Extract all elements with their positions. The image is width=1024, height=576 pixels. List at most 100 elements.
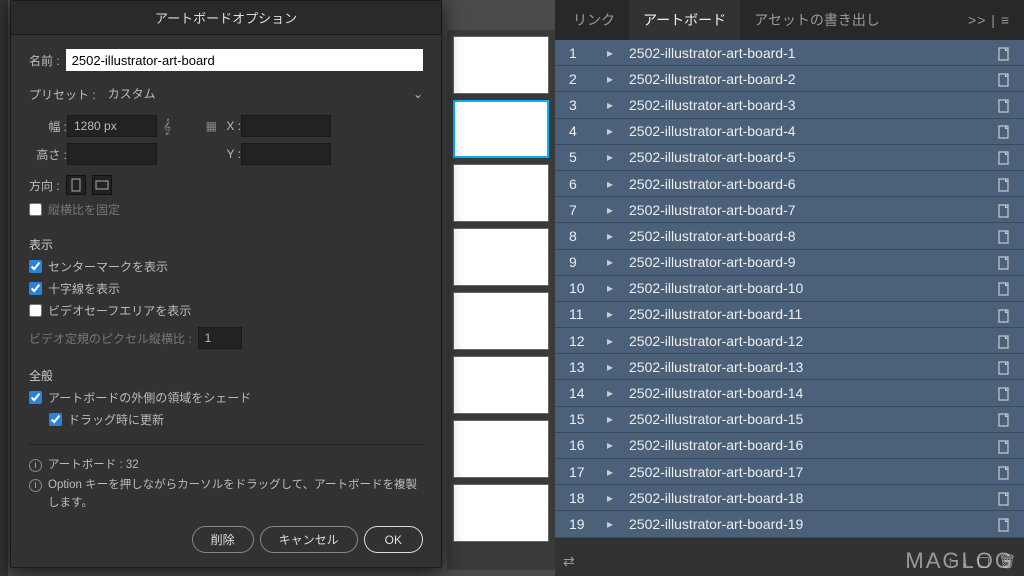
- artboard-number: 16: [555, 437, 595, 453]
- x-input[interactable]: [241, 115, 331, 137]
- artboard-row[interactable]: 8▸2502-illustrator-art-board-8: [555, 223, 1024, 249]
- preset-select[interactable]: カスタム: [102, 83, 413, 105]
- artboard-row[interactable]: 7▸2502-illustrator-art-board-7: [555, 197, 1024, 223]
- artboard-page-icon[interactable]: [984, 123, 1024, 139]
- tab-artboard[interactable]: アートボード: [629, 0, 740, 40]
- artboard-number: 5: [555, 149, 595, 165]
- artboard-name: 2502-illustrator-art-board-11: [625, 306, 984, 322]
- artboard-page-icon[interactable]: [984, 463, 1024, 479]
- artboard-row[interactable]: 16▸2502-illustrator-art-board-16: [555, 433, 1024, 459]
- chevron-down-icon[interactable]: ⌄: [413, 87, 423, 101]
- artboard-page-icon[interactable]: [984, 254, 1024, 270]
- expand-icon[interactable]: ▸: [595, 307, 625, 321]
- artboard-row[interactable]: 12▸2502-illustrator-art-board-12: [555, 328, 1024, 354]
- expand-icon[interactable]: ▸: [595, 150, 625, 164]
- reference-point-icon[interactable]: ▦: [206, 119, 217, 133]
- artboard-row[interactable]: 9▸2502-illustrator-art-board-9: [555, 250, 1024, 276]
- ok-button[interactable]: OK: [364, 526, 423, 553]
- link-icon[interactable]: 𝄞: [157, 118, 177, 135]
- artboard-page-icon[interactable]: [984, 228, 1024, 244]
- name-input[interactable]: [66, 49, 423, 71]
- artboard-page-icon[interactable]: [984, 359, 1024, 375]
- update-drag-checkbox[interactable]: [49, 413, 62, 426]
- artboard-row[interactable]: 17▸2502-illustrator-art-board-17: [555, 459, 1024, 485]
- artboard-row[interactable]: 1▸2502-illustrator-art-board-1: [555, 40, 1024, 66]
- artboard-page-icon[interactable]: [984, 97, 1024, 113]
- artboard-name: 2502-illustrator-art-board-19: [625, 516, 984, 532]
- artboard-row[interactable]: 14▸2502-illustrator-art-board-14: [555, 380, 1024, 406]
- artboard-page-icon[interactable]: [984, 149, 1024, 165]
- expand-icon[interactable]: ▸: [595, 124, 625, 138]
- artboard-page-icon[interactable]: [984, 516, 1024, 532]
- artboard-name: 2502-illustrator-art-board-6: [625, 176, 984, 192]
- height-input[interactable]: [67, 143, 157, 165]
- artboard-row[interactable]: 5▸2502-illustrator-art-board-5: [555, 145, 1024, 171]
- shade-outside-checkbox[interactable]: [29, 391, 42, 404]
- artboard-number: 7: [555, 202, 595, 218]
- artboard-row[interactable]: 6▸2502-illustrator-art-board-6: [555, 171, 1024, 197]
- artboard-row[interactable]: 11▸2502-illustrator-art-board-11: [555, 302, 1024, 328]
- panel-more-icon[interactable]: >> | ≡: [958, 12, 1020, 28]
- show-center-checkbox[interactable]: [29, 260, 42, 273]
- expand-icon[interactable]: ▸: [595, 203, 625, 217]
- expand-icon[interactable]: ▸: [595, 255, 625, 269]
- shuffle-icon[interactable]: ⇄: [563, 553, 575, 570]
- expand-icon[interactable]: ▸: [595, 46, 625, 60]
- expand-icon[interactable]: ▸: [595, 360, 625, 374]
- artboard-page-icon[interactable]: [984, 44, 1024, 60]
- artboard-number: 17: [555, 464, 595, 480]
- artboard-page-icon[interactable]: [984, 411, 1024, 427]
- artboard-page-icon[interactable]: [984, 306, 1024, 322]
- expand-icon[interactable]: ▸: [595, 281, 625, 295]
- artboard-row[interactable]: 18▸2502-illustrator-art-board-18: [555, 485, 1024, 511]
- expand-icon[interactable]: ▸: [595, 438, 625, 452]
- expand-icon[interactable]: ▸: [595, 386, 625, 400]
- artboard-page-icon[interactable]: [984, 333, 1024, 349]
- orientation-landscape-button[interactable]: [92, 175, 112, 195]
- width-input[interactable]: [67, 115, 157, 137]
- artboard-row[interactable]: 19▸2502-illustrator-art-board-19: [555, 511, 1024, 537]
- orientation-portrait-button[interactable]: [66, 175, 86, 195]
- expand-icon[interactable]: ▸: [595, 465, 625, 479]
- artboard-row[interactable]: 13▸2502-illustrator-art-board-13: [555, 354, 1024, 380]
- delete-button[interactable]: 削除: [192, 526, 254, 553]
- artboard-number: 15: [555, 411, 595, 427]
- artboard-page-icon[interactable]: [984, 202, 1024, 218]
- lock-aspect-checkbox[interactable]: [29, 203, 42, 216]
- artboard-name: 2502-illustrator-art-board-9: [625, 254, 984, 270]
- artboard-row[interactable]: 15▸2502-illustrator-art-board-15: [555, 407, 1024, 433]
- pixel-ratio-input[interactable]: [198, 327, 242, 349]
- display-section-title: 表示: [29, 236, 423, 253]
- artboard-page-icon[interactable]: [984, 385, 1024, 401]
- artboard-row[interactable]: 10▸2502-illustrator-art-board-10: [555, 276, 1024, 302]
- show-safe-checkbox[interactable]: [29, 304, 42, 317]
- artboard-page-icon[interactable]: [984, 437, 1024, 453]
- artboard-list: 1▸2502-illustrator-art-board-12▸2502-ill…: [555, 40, 1024, 546]
- cancel-button[interactable]: キャンセル: [260, 526, 358, 553]
- tab-link[interactable]: リンク: [559, 0, 629, 40]
- expand-icon[interactable]: ▸: [595, 334, 625, 348]
- artboard-page-icon[interactable]: [984, 280, 1024, 296]
- expand-icon[interactable]: ▸: [595, 72, 625, 86]
- expand-icon[interactable]: ▸: [595, 517, 625, 531]
- expand-icon[interactable]: ▸: [595, 412, 625, 426]
- artboard-name: 2502-illustrator-art-board-5: [625, 149, 984, 165]
- artboard-name: 2502-illustrator-art-board-8: [625, 228, 984, 244]
- artboard-number: 12: [555, 333, 595, 349]
- artboard-page-icon[interactable]: [984, 175, 1024, 191]
- expand-icon[interactable]: ▸: [595, 177, 625, 191]
- tab-asset-export[interactable]: アセットの書き出し: [740, 0, 894, 40]
- orientation-label: 方向 :: [29, 177, 60, 194]
- vertical-ruler: [0, 0, 8, 576]
- y-input[interactable]: [241, 143, 331, 165]
- show-cross-checkbox[interactable]: [29, 282, 42, 295]
- artboard-row[interactable]: 3▸2502-illustrator-art-board-3: [555, 92, 1024, 118]
- artboard-page-icon[interactable]: [984, 490, 1024, 506]
- artboard-page-icon[interactable]: [984, 71, 1024, 87]
- expand-icon[interactable]: ▸: [595, 491, 625, 505]
- expand-icon[interactable]: ▸: [595, 98, 625, 112]
- expand-icon[interactable]: ▸: [595, 229, 625, 243]
- artboard-number: 4: [555, 123, 595, 139]
- artboard-row[interactable]: 4▸2502-illustrator-art-board-4: [555, 119, 1024, 145]
- artboard-row[interactable]: 2▸2502-illustrator-art-board-2: [555, 66, 1024, 92]
